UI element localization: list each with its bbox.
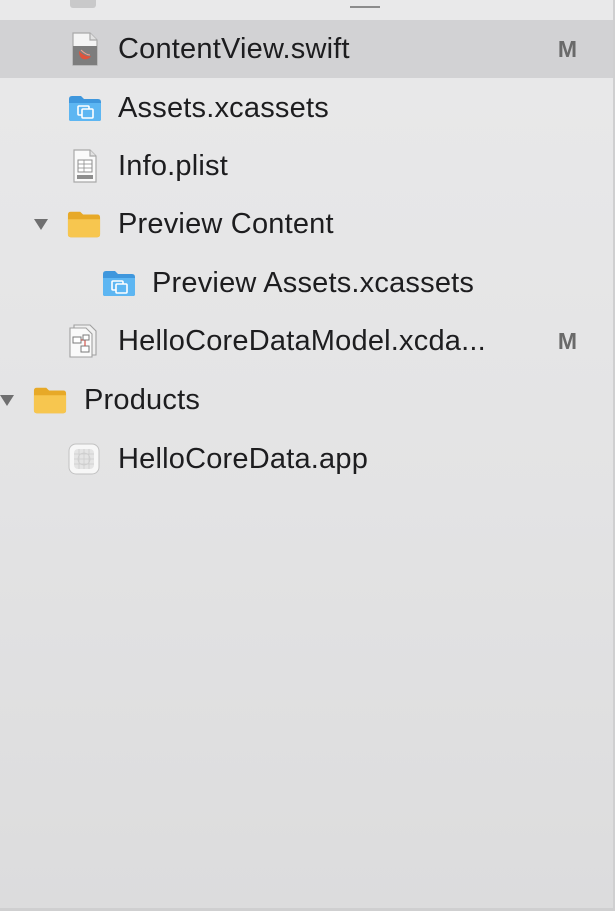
navigator-item-label: Assets.xcassets (118, 91, 329, 124)
navigator-item-core-data-model[interactable]: HelloCoreDataModel.xcda... M (0, 312, 615, 370)
navigator-group-preview-content[interactable]: Preview Content (0, 195, 615, 253)
app-icon (67, 441, 101, 477)
core-data-model-icon (67, 323, 101, 359)
navigator-item-label: Info.plist (118, 149, 228, 182)
asset-catalog-icon (68, 90, 102, 126)
disclosure-triangle-expanded-icon[interactable] (0, 389, 18, 411)
navigator-item-label: Preview Content (118, 207, 334, 240)
project-navigator: ContentView.swift M Assets.xcassets Info… (0, 0, 615, 911)
disclosure-triangle-expanded-icon[interactable] (30, 213, 52, 235)
navigator-item-label: HelloCoreDataModel.xcda... (118, 324, 486, 357)
partially-visible-row (0, 0, 615, 14)
asset-catalog-icon (102, 265, 136, 301)
partial-row-label (350, 0, 380, 8)
file-icon (70, 0, 96, 8)
swift-file-icon (68, 31, 102, 67)
navigator-item-label: ContentView.swift (118, 32, 350, 65)
folder-icon (33, 382, 67, 418)
navigator-item-preview-assets-xcassets[interactable]: Preview Assets.xcassets (0, 254, 615, 312)
plist-file-icon (68, 148, 102, 184)
navigator-item-hellocoredata-app[interactable]: HelloCoreData.app (0, 430, 615, 488)
source-control-status-badge: M (557, 327, 577, 354)
navigator-item-label: Preview Assets.xcassets (152, 266, 475, 299)
navigator-item-contentview-swift[interactable]: ContentView.swift M (0, 20, 615, 78)
navigator-item-info-plist[interactable]: Info.plist (0, 137, 615, 195)
navigator-item-assets-xcassets[interactable]: Assets.xcassets (0, 79, 615, 137)
source-control-status-badge: M (557, 35, 577, 62)
folder-icon (67, 206, 101, 242)
navigator-item-label: Products (84, 383, 201, 416)
navigator-group-products[interactable]: Products (0, 371, 615, 429)
navigator-item-label: HelloCoreData.app (118, 442, 369, 475)
